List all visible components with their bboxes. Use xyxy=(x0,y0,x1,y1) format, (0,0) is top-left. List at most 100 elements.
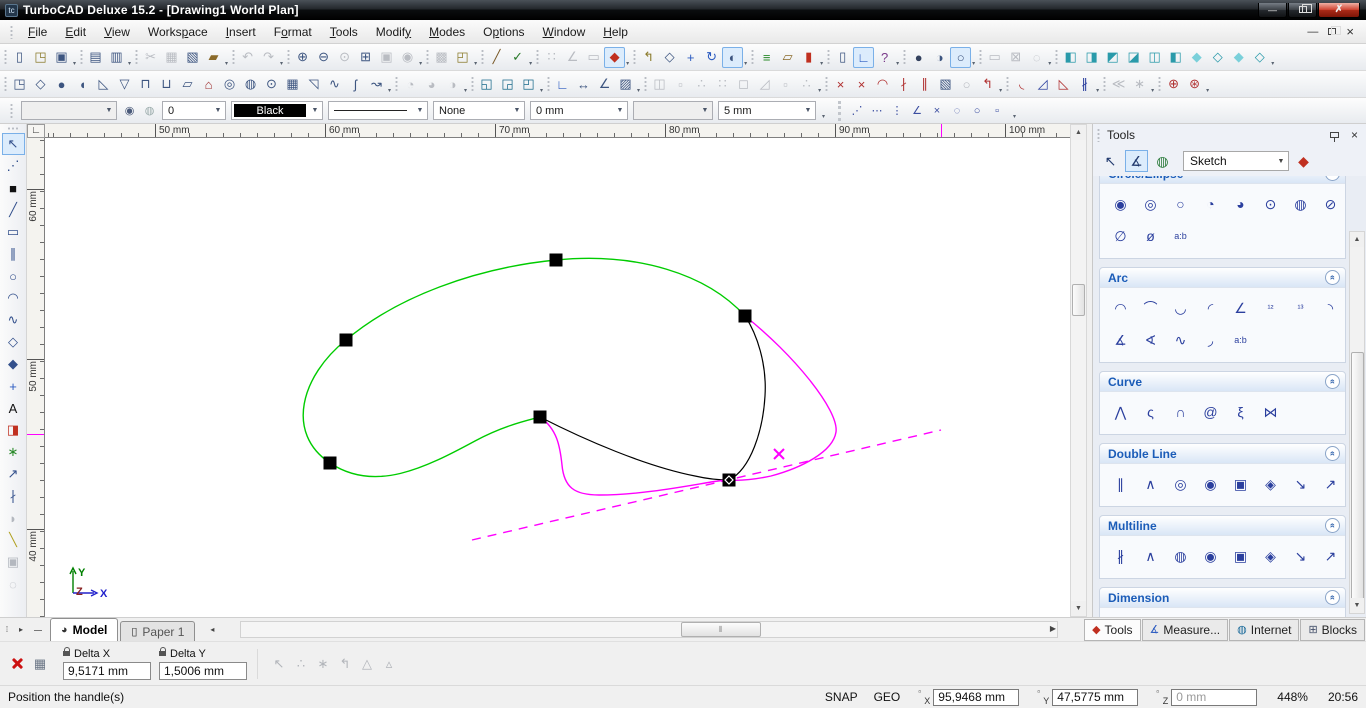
parallel-lines-icon[interactable]: ∥ xyxy=(2,243,25,265)
group-3d-icon[interactable]: ▣ xyxy=(2,551,25,573)
collapse-chevron-icon[interactable]: « xyxy=(1325,446,1340,461)
undo-icon[interactable]: ↶ xyxy=(237,47,258,68)
open-palette-icon[interactable]: ◰ xyxy=(452,47,473,68)
toolbar-overflow-icon[interactable]: ▾ xyxy=(128,60,131,67)
scroll-down-arrow[interactable]: ▼ xyxy=(1350,598,1364,613)
inspector-vertex-icon[interactable]: ∴ xyxy=(290,653,312,675)
copy-linear-icon[interactable]: ◫ xyxy=(649,74,670,95)
shell-icon[interactable]: ◗ xyxy=(2,507,25,529)
panel-world-icon[interactable]: ◍ xyxy=(1151,150,1174,172)
extend-icon[interactable]: ↰ xyxy=(977,74,998,95)
dline-polygon-icon[interactable]: ◉ xyxy=(1198,472,1223,496)
arc-icon[interactable]: ◠ xyxy=(2,287,25,309)
render-wireframe-icon[interactable]: ● xyxy=(908,47,929,68)
smart-line-icon[interactable]: ⋰ xyxy=(2,155,25,177)
surface-dome-icon[interactable]: ◔ xyxy=(400,74,421,95)
point-3d-icon[interactable]: ⊙ xyxy=(261,74,282,95)
view-top-icon[interactable]: ◫ xyxy=(1144,47,1165,68)
copy-offset-icon[interactable]: ▫ xyxy=(670,74,691,95)
boolean-intersect-icon[interactable]: ◰ xyxy=(518,74,539,95)
mouse-settings-icon[interactable]: ▭ xyxy=(583,47,604,68)
snap-grid-point-icon[interactable]: ▫ xyxy=(987,101,1007,121)
snap-free-icon[interactable]: ⋰ xyxy=(847,101,867,121)
cut-icon[interactable]: ✂ xyxy=(140,47,161,68)
offset-cylinder-icon[interactable]: ⊔ xyxy=(156,74,177,95)
cancel-icon[interactable] xyxy=(10,657,23,670)
scroll-down-arrow[interactable]: ▼ xyxy=(1071,601,1086,616)
help-book-icon[interactable]: ? xyxy=(874,47,895,68)
symbol-library-icon[interactable]: ◌ xyxy=(1026,47,1047,68)
toolbar-overflow-icon[interactable]: ▾ xyxy=(474,60,477,67)
circle-double-point-icon[interactable]: ○ xyxy=(1168,192,1193,216)
view-iso-nw-icon[interactable]: ◇ xyxy=(1207,47,1228,68)
sketch-pen-icon[interactable]: ╱ xyxy=(486,47,507,68)
drawing-canvas[interactable]: Y Z X xyxy=(45,138,1070,617)
panel-edit-tool-icon[interactable]: ∡ xyxy=(1125,150,1148,172)
redo-icon[interactable]: ↷ xyxy=(258,47,279,68)
mline-parallel-icon[interactable]: ↗ xyxy=(1318,544,1343,568)
dline-parallel-icon[interactable]: ↗ xyxy=(1318,472,1343,496)
inspector-angle-snap-icon[interactable]: ▵ xyxy=(378,653,400,675)
circle-tan-three-icon[interactable]: ⊘ xyxy=(1318,192,1343,216)
zoom-out-icon[interactable]: ⊖ xyxy=(313,47,334,68)
spline-green[interactable] xyxy=(302,257,746,478)
ruler-origin-button[interactable]: ∟ xyxy=(27,124,45,138)
collapse-chevron-icon[interactable]: « xyxy=(1325,374,1340,389)
toolbar-overflow-icon[interactable]: ▾ xyxy=(896,60,899,67)
view-front-icon[interactable]: ◧ xyxy=(1060,47,1081,68)
scroll-up-arrow[interactable]: ▲ xyxy=(1350,232,1364,247)
circle-two-point-icon[interactable]: ◍ xyxy=(1288,192,1313,216)
snap-link-icon[interactable]: ↗ xyxy=(2,463,25,485)
copy-icon[interactable]: ▦ xyxy=(161,47,182,68)
selector-combo[interactable]: ▼ xyxy=(21,101,117,120)
cylinder-icon[interactable]: ⊓ xyxy=(135,74,156,95)
line-segment-icon[interactable]: ╱ xyxy=(2,199,25,221)
hatch-pattern-icon[interactable]: ▨ xyxy=(615,74,636,95)
curve-3d-icon[interactable]: ʃ xyxy=(345,74,366,95)
curve-cloud-icon[interactable]: ξ xyxy=(1228,400,1253,424)
offset-line-icon[interactable]: ∥ xyxy=(914,74,935,95)
toolbar-overflow-icon[interactable]: ▾ xyxy=(972,60,975,67)
restore-button[interactable] xyxy=(1288,2,1317,18)
save-icon[interactable]: ▣ xyxy=(51,47,72,68)
spell-check-icon[interactable]: ✓ xyxy=(507,47,528,68)
panel-select-icon[interactable]: ↖ xyxy=(1099,150,1122,172)
scrollbar-thumb[interactable]: ⦀ xyxy=(681,622,761,637)
extruded-solid-icon[interactable]: ⌂ xyxy=(198,74,219,95)
layers-icon[interactable]: ≡ xyxy=(756,47,777,68)
fillet-corner-icon[interactable]: ◟ xyxy=(1011,74,1032,95)
arc-quarter-icon[interactable]: ◞ xyxy=(1198,328,1223,352)
toolbar-overflow-icon[interactable]: ▾ xyxy=(1048,60,1051,67)
circle-center-radius-icon[interactable]: ◉ xyxy=(1108,192,1133,216)
measure-angle-icon[interactable]: ∠ xyxy=(594,74,615,95)
lock-icon[interactable] xyxy=(63,647,70,656)
collapse-chevron-icon[interactable]: « xyxy=(1325,176,1340,181)
toolbar-overflow-icon[interactable]: ▾ xyxy=(820,60,823,67)
mline-circle-icon[interactable]: ◍ xyxy=(1168,544,1193,568)
boolean-subtract-icon[interactable]: ◲ xyxy=(497,74,518,95)
fillet-icon[interactable]: ◠ xyxy=(872,74,893,95)
palette-tab-tools[interactable]: ◆ Tools xyxy=(1084,618,1141,641)
circle-three-point-icon[interactable]: ⊙ xyxy=(1258,192,1283,216)
circle-icon[interactable]: ○ xyxy=(2,265,25,287)
highlighter-icon[interactable]: ╲ xyxy=(2,529,25,551)
x-coordinate-input[interactable]: 95,9468 mm xyxy=(933,688,1020,706)
render-hidden-line-icon[interactable]: ◑ xyxy=(929,47,950,68)
chamfer-corner-icon[interactable]: ◿ xyxy=(1032,74,1053,95)
zoom-window-icon[interactable]: ⊞ xyxy=(355,47,376,68)
copy-fit-icon[interactable]: ▫ xyxy=(775,74,796,95)
arc-angle-icon[interactable]: ∢ xyxy=(1138,328,1163,352)
toolbar-overflow-icon[interactable]: ▾ xyxy=(529,60,532,67)
extract-icon[interactable]: ↰ xyxy=(638,47,659,68)
toolbar-overflow-icon[interactable]: ▾ xyxy=(818,87,821,94)
extrude-icon[interactable]: ◆ xyxy=(2,353,25,375)
inspector-select-icon[interactable]: ↖ xyxy=(268,653,290,675)
tab-splitter[interactable] xyxy=(34,630,42,631)
child-restore-button[interactable] xyxy=(1328,26,1342,35)
ellipse-ratio-icon[interactable]: a:b xyxy=(1168,224,1193,248)
meet-two-lines-icon[interactable]: × xyxy=(851,74,872,95)
line-pattern-combo[interactable]: ▼ xyxy=(328,101,428,120)
arc-elliptical-icon[interactable]: ∿ xyxy=(1168,328,1193,352)
paste-icon[interactable]: ▧ xyxy=(182,47,203,68)
arc-rotated-icon[interactable]: ◝ xyxy=(1318,296,1343,320)
